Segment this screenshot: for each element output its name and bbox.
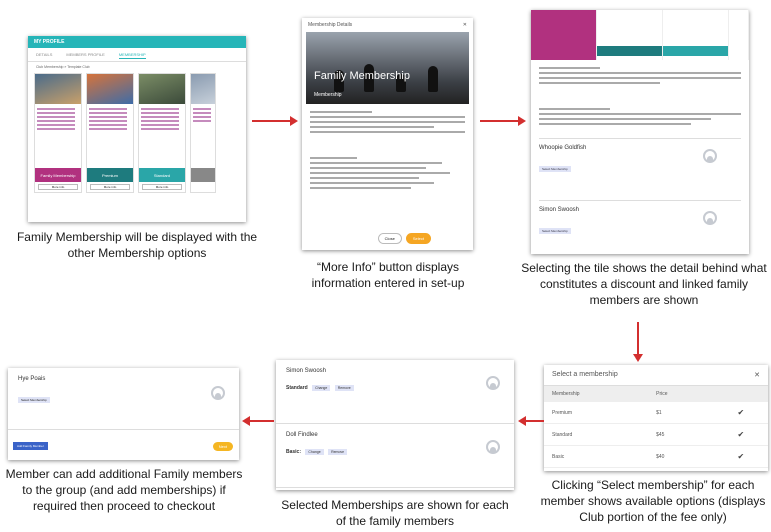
avatar: [703, 211, 717, 225]
membership-table: Membership Price Premium $1 ✔ Standard $…: [544, 386, 768, 468]
arrow-left-icon: [518, 416, 544, 426]
tile-image: [87, 74, 133, 104]
member-card: Whoopie Goldfish Select Membership: [539, 138, 741, 194]
tile-family-selected[interactable]: [531, 10, 597, 60]
hero-image: Family Membership Membership: [306, 32, 469, 104]
tile-name: Standard: [139, 168, 185, 182]
tile-image: [191, 74, 215, 104]
more-info-button[interactable]: More info: [142, 184, 182, 190]
membership-level: Standard: [286, 385, 308, 391]
col-membership: Membership: [544, 386, 649, 402]
arrow-right-icon: [480, 116, 526, 126]
details-text: [302, 104, 473, 196]
caption-4: Clicking “Select membership” for each me…: [540, 478, 766, 524]
tab-members-profile[interactable]: MEMBERS PROFILE: [66, 52, 104, 59]
caption-2: “More Info” button displays information …: [311, 260, 465, 290]
dialog-title: Select a membership: [552, 371, 618, 378]
screenshot-membership-details: Membership Details ✕ Family Membership Me…: [302, 18, 473, 250]
club-line: Club Membership » Template Club: [36, 65, 90, 69]
tile-image: [139, 74, 185, 104]
select-membership-button[interactable]: Select Membership: [539, 166, 571, 172]
avatar: [486, 376, 500, 390]
tile-partial[interactable]: [190, 73, 216, 193]
caption-1: Family Membership will be displayed with…: [16, 230, 258, 260]
close-icon[interactable]: ✕: [463, 22, 467, 28]
discount-details: [531, 60, 749, 132]
member-card: Simon Swoosh Standard Change Remove: [276, 360, 514, 424]
tile-name: [191, 168, 215, 182]
hero-title: Family Membership: [314, 70, 410, 82]
table-row[interactable]: Premium $1 ✔: [544, 402, 768, 424]
arrow-down-icon: [633, 322, 643, 362]
screenshot-family-members: Whoopie Goldfish Select Membership Simon…: [531, 10, 749, 254]
avatar: [486, 440, 500, 454]
tile-premium[interactable]: Premium More info: [86, 73, 134, 193]
avatar: [211, 386, 225, 400]
profile-tabs: DETAILS MEMBERS PROFILE MEMBERSHIP: [28, 48, 246, 62]
close-icon[interactable]: ✕: [754, 371, 760, 379]
caption-6: Member can add additional Family members…: [5, 467, 243, 513]
member-card: Hye Poais Select Membership: [8, 368, 239, 430]
close-button[interactable]: Close: [377, 233, 402, 244]
tile-standard[interactable]: Standard More info: [138, 73, 186, 193]
arrow-right-icon: [252, 116, 298, 126]
tile-image: [35, 74, 81, 104]
modal-title: Membership Details: [308, 22, 353, 28]
membership-level: Basic:: [286, 449, 302, 455]
select-button[interactable]: Select: [405, 233, 431, 244]
table-row[interactable]: Basic $40 ✔: [544, 445, 768, 468]
caption-3: Selecting the tile shows the detail behi…: [521, 261, 767, 307]
member-card: Simon Swoosh Select Membership: [539, 200, 741, 254]
select-membership-button[interactable]: Select Membership: [18, 397, 50, 403]
member-name: Hye Poais: [18, 376, 46, 382]
member-card: Doll Findlee Basic: Change Remove: [276, 424, 514, 488]
change-button[interactable]: Change: [312, 385, 331, 391]
hero-subtitle: Membership: [314, 92, 342, 98]
tile-name: Premium: [87, 168, 133, 182]
select-membership-button[interactable]: Select Membership: [539, 228, 571, 234]
add-family-member-button[interactable]: Add Family Member: [13, 442, 48, 450]
change-button[interactable]: Change: [305, 449, 324, 455]
remove-button[interactable]: Remove: [328, 449, 348, 455]
tab-membership[interactable]: MEMBERSHIP: [118, 52, 146, 59]
member-name: Simon Swoosh: [286, 368, 327, 374]
tile-family[interactable]: Family Membership More info: [34, 73, 82, 193]
next-button[interactable]: Next: [212, 442, 233, 451]
tab-details[interactable]: DETAILS: [36, 52, 52, 59]
screenshot-selected-memberships: Simon Swoosh Standard Change Remove Doll…: [276, 360, 514, 490]
more-info-button[interactable]: More info: [38, 184, 78, 190]
more-info-button[interactable]: More info: [90, 184, 130, 190]
avatar: [703, 149, 717, 163]
check-icon[interactable]: ✔: [713, 402, 768, 424]
tile-name: Family Membership: [35, 168, 81, 182]
screenshot-select-membership: Select a membership ✕ Membership Price Pr…: [544, 365, 768, 471]
table-row[interactable]: Standard $45 ✔: [544, 423, 768, 446]
check-icon[interactable]: ✔: [713, 423, 768, 446]
caption-5: Selected Memberships are shown for each …: [281, 498, 509, 528]
arrow-left-icon: [242, 416, 274, 426]
col-price: Price: [648, 386, 714, 402]
remove-button[interactable]: Remove: [334, 385, 354, 391]
check-icon[interactable]: ✔: [713, 445, 768, 468]
membership-tiles: Family Membership More info Premium More…: [28, 69, 246, 197]
screenshot-add-family-member: Hye Poais Select Membership Add Family M…: [8, 368, 239, 460]
screenshot-my-profile: MY PROFILE DETAILS MEMBERS PROFILE MEMBE…: [28, 36, 246, 222]
member-name: Doll Findlee: [286, 432, 318, 438]
profile-header: MY PROFILE: [28, 36, 246, 48]
